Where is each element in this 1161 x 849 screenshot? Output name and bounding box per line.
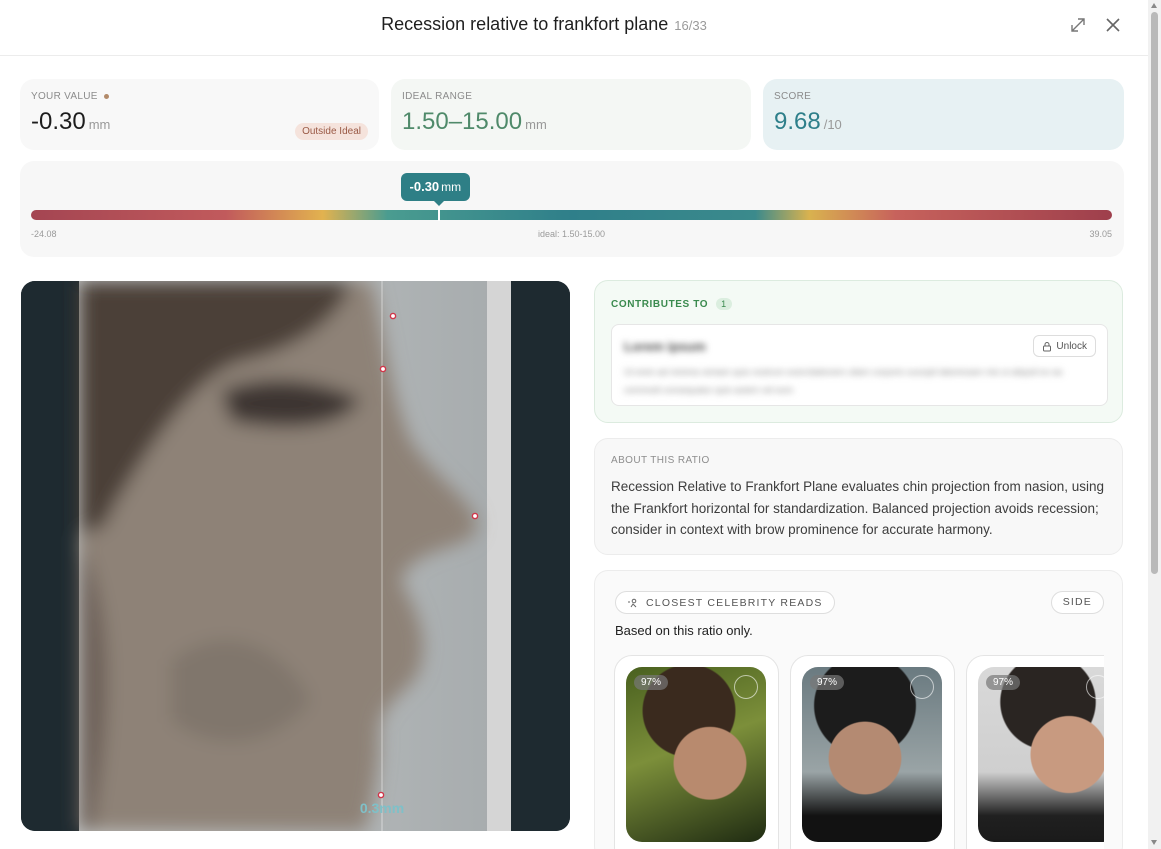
modal-header: Recession relative to frankfort plane 16/… xyxy=(0,0,1148,56)
open-icon[interactable] xyxy=(734,675,758,699)
about-heading: ABOUT THIS RATIO xyxy=(611,455,710,466)
locked-item: Lorem ipsum Ut enim ad minima veniam qui… xyxy=(611,324,1108,406)
profile-photo: 0.3mm xyxy=(21,281,570,831)
contributes-count: 1 xyxy=(716,298,732,310)
celebrity-card[interactable]: 97% xyxy=(790,655,955,849)
about-text: Recession Relative to Frankfort Plane ev… xyxy=(611,479,1105,537)
ideal-range-value: 1.50–15.00 xyxy=(402,108,523,135)
range-max-label: 39.05 xyxy=(1089,229,1112,239)
celebrity-photo: 97% xyxy=(802,667,942,842)
unlock-button[interactable]: Unlock xyxy=(1033,335,1096,357)
expand-icon[interactable] xyxy=(1067,14,1089,36)
close-icon[interactable] xyxy=(1102,14,1124,36)
celebrity-cards: 97% 97% 97% xyxy=(614,655,1104,849)
celebrity-chip-label: CLOSEST CELEBRITY READS xyxy=(646,596,823,609)
your-value-unit: mm xyxy=(88,117,111,132)
status-badge: Outside Ideal xyxy=(295,123,368,140)
scrollbar-thumb[interactable] xyxy=(1151,12,1158,574)
lock-icon xyxy=(1043,341,1052,351)
status-dot-icon xyxy=(103,94,109,99)
celebrity-subtitle: Based on this ratio only. xyxy=(615,623,753,638)
score-unit: /10 xyxy=(823,117,842,132)
ideal-range-card: IDEAL RANGE 1.50–15.00 mm xyxy=(391,79,751,150)
value-tooltip: -0.30 mm xyxy=(400,173,471,206)
celebrity-photo: 97% xyxy=(978,667,1104,842)
score-card: SCORE 9.68/10 xyxy=(763,79,1124,150)
tooltip-unit: mm xyxy=(441,180,462,194)
score-value: 9.68 xyxy=(774,108,821,135)
scroll-down-icon[interactable] xyxy=(1151,840,1157,845)
locked-description: Ut enim ad minima veniam quis nostrum ex… xyxy=(624,367,1063,395)
match-badge: 97% xyxy=(634,675,669,690)
your-value-card: YOUR VALUE -0.30 mm Outside Ideal xyxy=(20,79,379,150)
range-ideal-label: ideal: 1.50-15.00 xyxy=(538,229,606,239)
scroll-up-icon[interactable] xyxy=(1151,3,1157,8)
open-icon[interactable] xyxy=(910,675,934,699)
about-panel: ABOUT THIS RATIO Recession Relative to F… xyxy=(594,438,1123,555)
person-icon xyxy=(628,598,637,607)
range-min-label: -24.08 xyxy=(31,229,57,239)
page-title: Recession relative to frankfort plane xyxy=(381,14,669,34)
celebrity-card[interactable]: 97% xyxy=(614,655,779,849)
ideal-range-label: IDEAL RANGE xyxy=(402,91,473,102)
title-row: Recession relative to frankfort plane 16/… xyxy=(0,14,1088,35)
open-icon[interactable] xyxy=(1086,675,1104,699)
contributes-panel: CONTRIBUTES TO 1 Lorem ipsum Ut enim ad m… xyxy=(594,280,1123,423)
contributes-heading: CONTRIBUTES TO xyxy=(611,298,709,310)
celebrity-photo: 97% xyxy=(626,667,766,842)
your-value-label: YOUR VALUE xyxy=(31,91,98,102)
unlock-label: Unlock xyxy=(1056,340,1087,352)
side-toggle-button[interactable]: SIDE xyxy=(1050,591,1104,614)
value-marker xyxy=(437,207,440,221)
tooltip-value: -0.30 xyxy=(409,179,440,194)
range-gradient-bar xyxy=(31,210,1112,220)
score-label: SCORE xyxy=(774,91,812,102)
locked-title: Lorem ipsum xyxy=(624,339,706,354)
measurement-label: 0.3mm xyxy=(360,800,404,816)
match-badge: 97% xyxy=(810,675,845,690)
your-value: -0.30 xyxy=(31,108,86,135)
ratio-detail-modal: Recession relative to frankfort plane 16/… xyxy=(0,0,1148,849)
scrollbar[interactable] xyxy=(1148,0,1161,849)
match-badge: 97% xyxy=(986,675,1021,690)
celebrity-card[interactable]: 97% xyxy=(966,655,1104,849)
celebrity-panel: CLOSEST CELEBRITY READS SIDE Based on th… xyxy=(594,570,1123,849)
range-panel: -0.30 mm -24.08 ideal: 1.50-15.00 39.05 xyxy=(20,161,1124,257)
ratio-counter: 16/33 xyxy=(674,18,707,33)
celebrity-chip: CLOSEST CELEBRITY READS xyxy=(615,591,835,614)
ideal-range-unit: mm xyxy=(525,117,547,132)
